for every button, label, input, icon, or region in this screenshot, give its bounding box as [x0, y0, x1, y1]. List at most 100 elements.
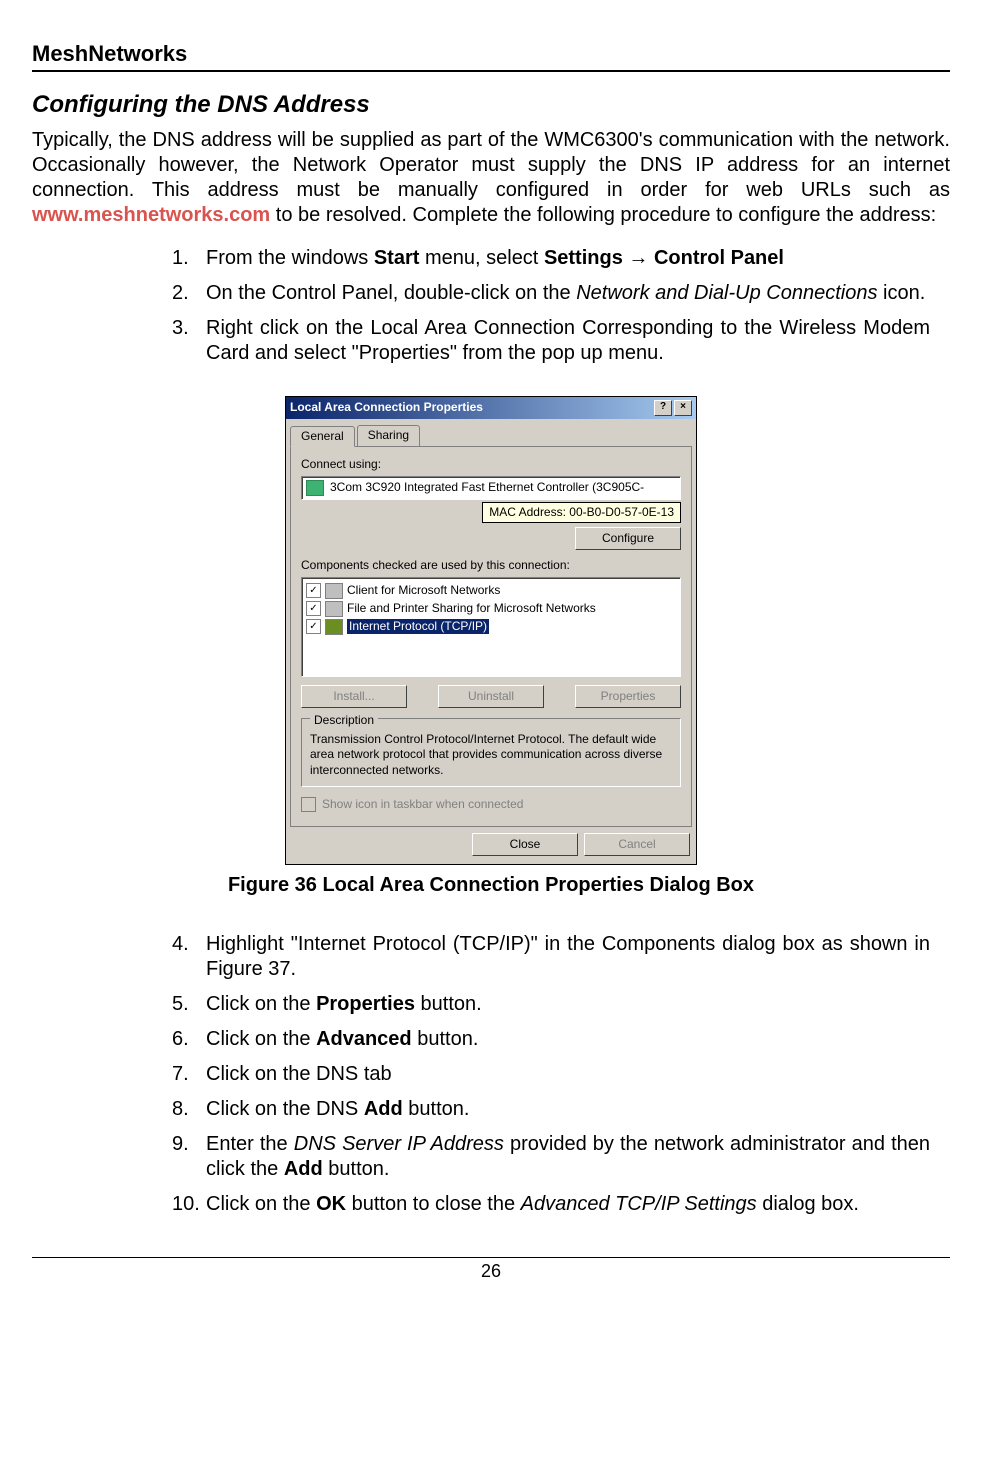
step-number: 10.	[172, 1192, 206, 1217]
components-list[interactable]: ✓ Client for Microsoft Networks ✓ File a…	[301, 577, 681, 677]
checkbox-icon[interactable]	[301, 797, 316, 812]
step-8: 8. Click on the DNS Add button.	[172, 1097, 930, 1122]
checkbox-icon[interactable]: ✓	[306, 601, 321, 616]
description-legend: Description	[310, 713, 378, 728]
component-buttons: Install... Uninstall Properties	[301, 685, 681, 708]
description-text: Transmission Control Protocol/Internet P…	[310, 732, 672, 779]
text: Click on the	[206, 993, 316, 1015]
checkbox-icon[interactable]: ✓	[306, 619, 321, 634]
steps-list-continued: 4. Highlight "Internet Protocol (TCP/IP)…	[172, 932, 930, 1217]
step-number: 6.	[172, 1027, 206, 1052]
adapter-field: 3Com 3C920 Integrated Fast Ethernet Cont…	[301, 476, 681, 500]
italic: DNS Server IP Address	[294, 1133, 504, 1155]
adapter-name: 3Com 3C920 Integrated Fast Ethernet Cont…	[330, 480, 644, 495]
text: button.	[323, 1158, 390, 1180]
step-number: 9.	[172, 1132, 206, 1182]
dialog-title: Local Area Connection Properties	[290, 400, 483, 415]
step-text: Right click on the Local Area Connection…	[206, 316, 930, 366]
component-client[interactable]: ✓ Client for Microsoft Networks	[306, 582, 676, 600]
checkbox-icon[interactable]: ✓	[306, 583, 321, 598]
component-label: Client for Microsoft Networks	[347, 583, 500, 598]
step-7: 7. Click on the DNS tab	[172, 1062, 930, 1087]
intro-paragraph: Typically, the DNS address will be suppl…	[32, 128, 950, 228]
component-label: File and Printer Sharing for Microsoft N…	[347, 601, 596, 616]
bold: OK	[316, 1193, 346, 1215]
step-6: 6. Click on the Advanced button.	[172, 1027, 930, 1052]
step-number: 4.	[172, 932, 206, 982]
close-icon[interactable]: ×	[674, 400, 692, 416]
step-9: 9. Enter the DNS Server IP Address provi…	[172, 1132, 930, 1182]
step-text: Click on the Properties button.	[206, 992, 930, 1017]
show-icon-row: Show icon in taskbar when connected	[301, 797, 681, 812]
component-label-selected: Internet Protocol (TCP/IP)	[347, 619, 489, 634]
component-fileshare[interactable]: ✓ File and Printer Sharing for Microsoft…	[306, 600, 676, 618]
page-footer: 26	[32, 1257, 950, 1283]
dialog-tabs: General Sharing	[286, 419, 696, 446]
step-number: 7.	[172, 1062, 206, 1087]
step-text: Highlight "Internet Protocol (TCP/IP)" i…	[206, 932, 930, 982]
text: dialog box.	[757, 1193, 859, 1215]
step-1: 1. From the windows Start menu, select S…	[172, 246, 930, 271]
help-icon[interactable]: ?	[654, 400, 672, 416]
step-4: 4. Highlight "Internet Protocol (TCP/IP)…	[172, 932, 930, 982]
intro-link[interactable]: www.meshnetworks.com	[32, 204, 270, 226]
text: On the Control Panel, double-click on th…	[206, 282, 576, 304]
bold: Properties	[316, 993, 415, 1015]
step-2: 2. On the Control Panel, double-click on…	[172, 281, 930, 306]
client-icon	[325, 583, 343, 599]
step-text: Click on the DNS Add button.	[206, 1097, 930, 1122]
text: Click on the	[206, 1028, 316, 1050]
bold: Add	[364, 1098, 403, 1120]
configure-button[interactable]: Configure	[575, 527, 681, 550]
step-text: On the Control Panel, double-click on th…	[206, 281, 930, 306]
tab-general[interactable]: General	[290, 426, 355, 447]
text: Click on the	[206, 1193, 316, 1215]
tab-panel-general: Connect using: 3Com 3C920 Integrated Fas…	[290, 446, 692, 828]
page-number: 26	[481, 1261, 501, 1281]
text: button to close the	[346, 1193, 521, 1215]
italic: Advanced TCP/IP Settings	[521, 1193, 757, 1215]
component-tcpip[interactable]: ✓ Internet Protocol (TCP/IP)	[306, 618, 676, 636]
share-icon	[325, 601, 343, 617]
components-label: Components checked are used by this conn…	[301, 558, 681, 573]
connect-using-label: Connect using:	[301, 457, 681, 472]
text: From the windows	[206, 247, 374, 269]
text: menu, select	[419, 247, 544, 269]
properties-button[interactable]: Properties	[575, 685, 681, 708]
step-3: 3. Right click on the Local Area Connect…	[172, 316, 930, 366]
step-number: 5.	[172, 992, 206, 1017]
intro-text-1: Typically, the DNS address will be suppl…	[32, 129, 950, 201]
text: Enter the	[206, 1133, 294, 1155]
step-text: Enter the DNS Server IP Address provided…	[206, 1132, 930, 1182]
text: button.	[403, 1098, 470, 1120]
mac-tooltip-wrap: MAC Address: 00-B0-D0-57-0E-13	[301, 502, 681, 523]
dialog-titlebar: Local Area Connection Properties ? ×	[286, 397, 696, 419]
step-number: 2.	[172, 281, 206, 306]
protocol-icon	[325, 619, 343, 635]
figure-caption: Figure 36 Local Area Connection Properti…	[32, 873, 950, 898]
steps-list: 1. From the windows Start menu, select S…	[172, 246, 930, 366]
nic-icon	[306, 480, 324, 496]
dialog-footer-buttons: Close Cancel	[286, 833, 696, 864]
bold: Advanced	[316, 1028, 412, 1050]
description-fieldset: Description Transmission Control Protoco…	[301, 718, 681, 788]
document-header: MeshNetworks	[32, 40, 950, 72]
italic: Network and Dial-Up Connections	[576, 282, 877, 304]
step-number: 8.	[172, 1097, 206, 1122]
install-button[interactable]: Install...	[301, 685, 407, 708]
text: icon.	[877, 282, 925, 304]
uninstall-button[interactable]: Uninstall	[438, 685, 544, 708]
mac-tooltip: MAC Address: 00-B0-D0-57-0E-13	[482, 502, 681, 523]
cancel-button[interactable]: Cancel	[584, 833, 690, 856]
step-number: 3.	[172, 316, 206, 366]
close-button[interactable]: Close	[472, 833, 578, 856]
properties-dialog: Local Area Connection Properties ? × Gen…	[285, 396, 697, 866]
section-title: Configuring the DNS Address	[32, 90, 950, 120]
tab-sharing[interactable]: Sharing	[357, 425, 420, 446]
step-5: 5. Click on the Properties button.	[172, 992, 930, 1017]
text: button.	[412, 1028, 479, 1050]
bold: Settings → Control Panel	[544, 247, 784, 269]
intro-text-2: to be resolved. Complete the following p…	[270, 204, 936, 226]
dialog-figure: Local Area Connection Properties ? × Gen…	[32, 396, 950, 866]
bold: Start	[374, 247, 420, 269]
